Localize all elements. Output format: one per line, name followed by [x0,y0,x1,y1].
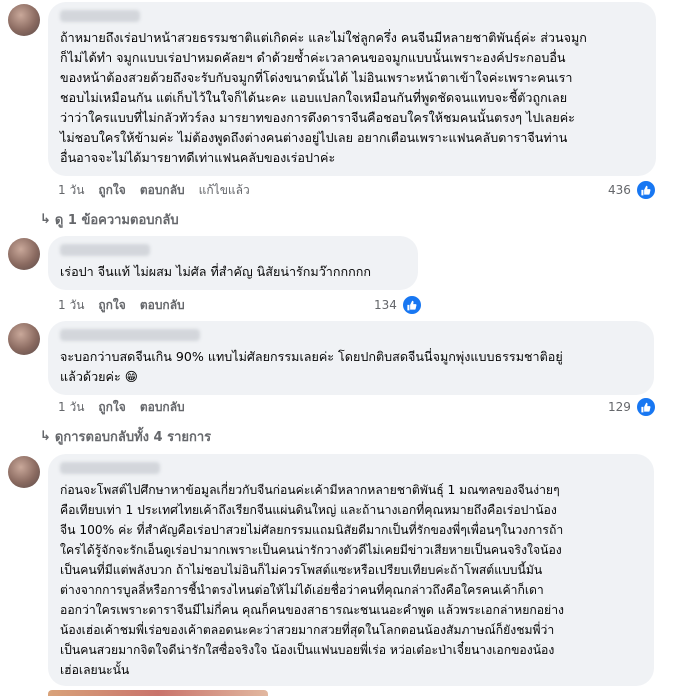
comment-actions: 1 วัน ถูกใจ ตอบกลับ [58,398,185,417]
reaction-count[interactable]: 436 [608,179,657,201]
like-button[interactable]: ถูกใจ [98,296,125,315]
comment-time[interactable]: 1 วัน [58,398,84,417]
reply-arrow-icon: ↳ [40,429,51,444]
reaction-number: 436 [608,183,631,197]
reply-button[interactable]: ตอบกลับ [140,181,185,200]
comment-text: ก่อนจะโพสต์ไปศึกษาหาข้อมูลเกี่ยวกับจีนก่… [60,483,564,677]
reply-button[interactable]: ตอบกลับ [140,398,185,417]
reaction-count[interactable]: 134 [374,294,423,316]
comment-text: ถ้าหมายถึงเร่อปาหน้าสวยธรรมชาติแต่เกิดค่… [60,30,587,165]
comment-actions: 1 วัน ถูกใจ ตอบกลับ [58,296,185,315]
comment-text: จะบอกว่าบสดจีนเกิน 90% แทบไม่ศัลยกรรมเลย… [60,349,563,384]
avatar[interactable] [8,323,40,355]
view-replies-label: ดูการตอบกลับทั้ง 4 รายการ [54,430,212,445]
edited-label: แก้ไขแล้ว [198,183,250,197]
comment-time[interactable]: 1 วัน [58,181,84,200]
avatar[interactable] [8,238,40,270]
view-all-replies-toggle[interactable]: ↳ ดูการตอบกลับทั้ง 4 รายการ [40,426,211,447]
view-replies-toggle[interactable]: ↳ ดู 1 ข้อความตอบกลับ [40,209,179,230]
next-comment-image-preview[interactable] [48,690,268,696]
comment-bubble: เร่อปา จีนแท้ ไม่ผสม ไม่ศัล ที่สำคัญ นิส… [48,236,418,290]
thumbs-up-icon [400,294,423,316]
reply-button[interactable]: ตอบกลับ [140,296,185,315]
comment-bubble: จะบอกว่าบสดจีนเกิน 90% แทบไม่ศัลยกรรมเลย… [48,321,654,395]
comment-time[interactable]: 1 วัน [58,296,84,315]
view-replies-label: ดู 1 ข้อความตอบกลับ [54,213,179,228]
comment-bubble: ถ้าหมายถึงเร่อปาหน้าสวยธรรมชาติแต่เกิดค่… [48,2,656,176]
like-button[interactable]: ถูกใจ [98,398,125,417]
reaction-number: 129 [608,400,631,414]
author-name-blurred[interactable] [60,244,150,256]
reaction-number: 134 [374,298,397,312]
author-name-blurred[interactable] [60,329,200,341]
like-button[interactable]: ถูกใจ [98,181,125,200]
comment-actions: 1 วัน ถูกใจ ตอบกลับ แก้ไขแล้ว [58,181,250,200]
comment-text: เร่อปา จีนแท้ ไม่ผสม ไม่ศัล ที่สำคัญ นิส… [60,264,372,279]
avatar[interactable] [8,4,40,36]
author-name-blurred[interactable] [60,10,140,22]
reaction-count[interactable]: 129 [608,396,657,418]
reply-arrow-icon: ↳ [40,212,51,227]
avatar[interactable] [8,456,40,488]
thumbs-up-icon [634,179,657,201]
thumbs-up-icon [634,396,657,418]
author-name-blurred[interactable] [60,462,160,474]
comment-bubble: ก่อนจะโพสต์ไปศึกษาหาข้อมูลเกี่ยวกับจีนก่… [48,454,654,686]
